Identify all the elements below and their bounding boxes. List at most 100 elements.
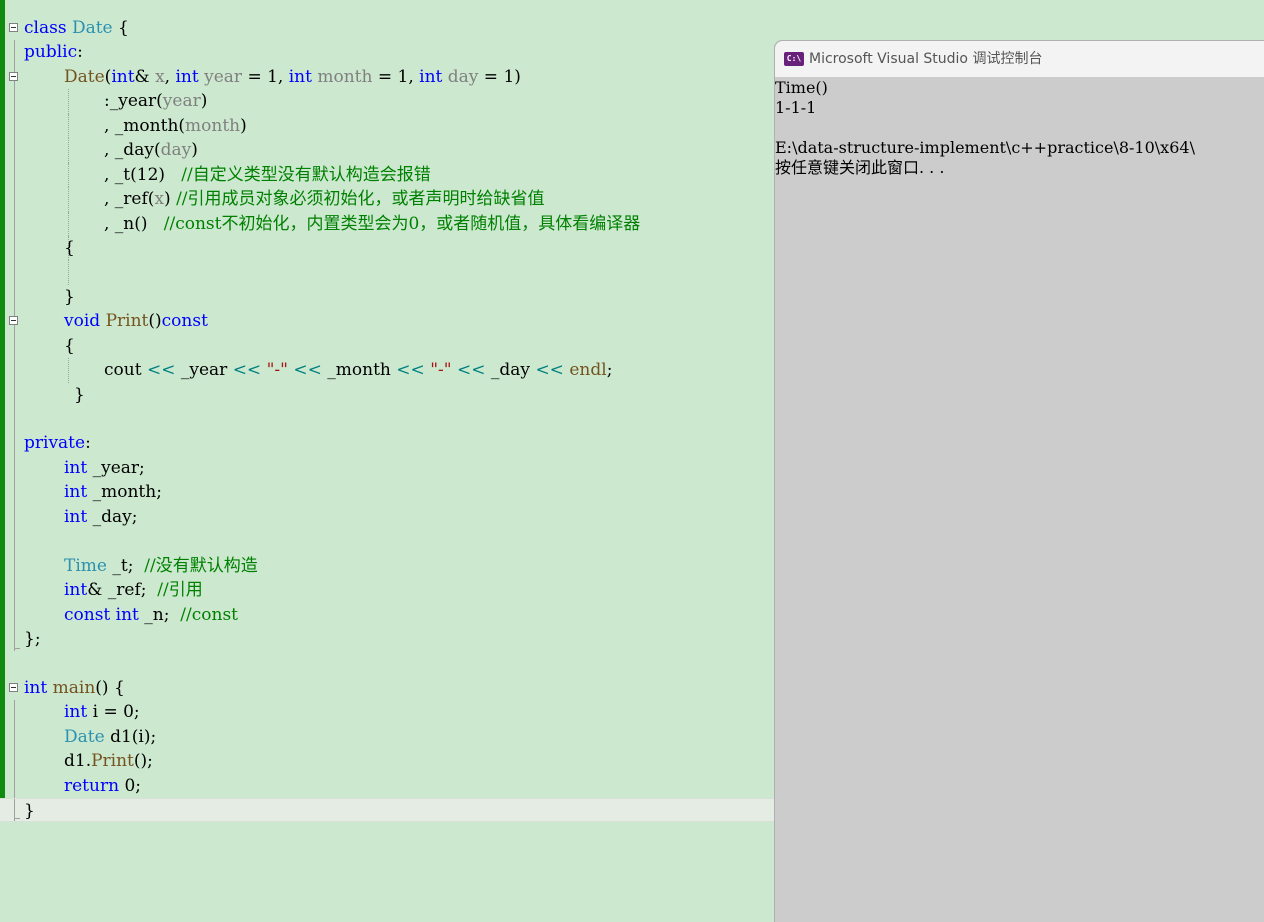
code-line[interactable]: int _month; [0, 480, 774, 505]
code-line[interactable]: d1.Print(); [0, 749, 774, 774]
debug-console-window[interactable]: C:\ Microsoft Visual Studio 调试控制台 Time()… [774, 40, 1264, 922]
fold-guide-line [14, 749, 15, 774]
code-token-plain: : [77, 42, 83, 63]
code-line-text: } [74, 383, 85, 407]
code-token-kw: public [24, 42, 78, 63]
code-token-kw: int [24, 677, 48, 698]
collapse-icon[interactable] [9, 71, 18, 81]
fold-guide-line [14, 162, 15, 188]
fold-guide-line [14, 553, 15, 579]
console-titlebar[interactable]: C:\ Microsoft Visual Studio 调试控制台 [775, 41, 1264, 77]
indent-guide [68, 260, 69, 285]
fold-guide-line [14, 578, 15, 603]
code-token-plain: d1. [64, 751, 92, 772]
code-editor[interactable]: class Date {public: Date(int& x, int year… [0, 0, 774, 922]
code-line-text: , _n() //const不初始化，内置类型会为0，或者随机值，具体看编译器 [104, 212, 640, 236]
code-token-op: << [535, 360, 564, 381]
fold-guide-line [14, 700, 15, 725]
code-token-plain: i = 0; [87, 702, 140, 723]
code-line[interactable]: Date d1(i); [0, 724, 774, 750]
code-line[interactable]: int main() { [0, 676, 774, 700]
console-output[interactable]: Time() 1-1-1 E:\data-structure-implement\c… [775, 78, 1264, 178]
code-token-plain: , _ref [104, 189, 148, 210]
fold-guide-line [14, 187, 15, 212]
indent-guide [68, 113, 69, 139]
code-line[interactable] [0, 260, 774, 285]
code-line-text: int& _ref; //引用 [64, 578, 203, 602]
code-token-fn: endl [569, 360, 607, 381]
code-line[interactable]: void Print()const [0, 309, 774, 334]
code-line-text: public: [24, 40, 83, 64]
fold-guide-line [14, 799, 20, 822]
code-line[interactable] [0, 529, 774, 554]
code-token-plain: { [112, 18, 129, 38]
code-line[interactable]: , _t(12) //自定义类型没有默认构造会报错 [0, 162, 774, 188]
code-line[interactable] [0, 407, 774, 432]
code-line[interactable]: Time _t; //没有默认构造 [0, 553, 774, 579]
code-token-plain: _month; [87, 482, 162, 503]
collapse-icon[interactable] [9, 682, 18, 692]
code-line[interactable]: } [0, 382, 774, 407]
code-token-plain: ) [240, 115, 247, 136]
code-token-op: << [146, 360, 176, 381]
code-token-str: "-" [266, 360, 288, 381]
indent-guide [68, 162, 69, 188]
code-token-plain: , _n() [104, 213, 164, 234]
code-line[interactable]: class Date { [0, 16, 774, 40]
code-line-text: class Date { [24, 16, 129, 40]
code-line[interactable]: } [0, 284, 774, 310]
collapse-icon[interactable] [9, 23, 18, 32]
code-token-plain: , [164, 66, 176, 87]
code-line[interactable]: int _year; [0, 455, 774, 481]
code-line[interactable]: , _ref(x) //引用成员对象必须初始化，或者声明时给缺省值 [0, 187, 774, 212]
code-token-plain: ) [164, 189, 177, 210]
code-line[interactable]: int i = 0; [0, 700, 774, 725]
code-line[interactable]: private: [0, 431, 774, 456]
code-token-plain: _month [321, 360, 397, 381]
code-token-kw: int [111, 66, 135, 87]
console-app-icon: C:\ [784, 52, 804, 66]
fold-guide-line [14, 358, 15, 383]
code-token-param: day [160, 140, 192, 161]
collapse-icon[interactable] [9, 316, 18, 326]
code-line[interactable]: public: [0, 40, 774, 65]
fold-guide-line [14, 138, 15, 163]
code-line-text: :_year(year) [104, 89, 207, 113]
code-line-text: Date d1(i); [64, 725, 156, 749]
console-output-line: 1-1-1 [775, 98, 817, 117]
code-token-kw: int [419, 66, 443, 87]
fold-guide-line [14, 260, 15, 285]
code-token-plain: = 1, [242, 66, 289, 87]
code-token-plain: } [24, 801, 35, 821]
code-line[interactable]: :_year(year) [0, 89, 774, 114]
code-line[interactable]: }; [0, 626, 774, 652]
fold-guide-line [14, 773, 15, 798]
code-line[interactable] [0, 651, 774, 675]
fold-guide-line [14, 333, 15, 359]
code-line[interactable]: Date(int& x, int year = 1, int month = 1… [0, 64, 774, 90]
code-line[interactable]: , _n() //const不初始化，内置类型会为0，或者随机值，具体看编译器 [0, 211, 774, 236]
code-token-type: Date [64, 726, 105, 747]
code-token-type: Time [64, 555, 107, 576]
fold-guide-line [14, 407, 15, 432]
code-line[interactable]: cout << _year << "-" << _month << "-" <<… [0, 358, 774, 383]
code-token-plain: (); [133, 751, 153, 772]
code-line[interactable]: , _day(day) [0, 138, 774, 163]
code-token-type: Date [71, 18, 113, 38]
code-line[interactable]: } [0, 798, 774, 823]
code-line[interactable]: { [0, 333, 774, 359]
code-token-cmt: //自定义类型没有默认构造会报错 [181, 164, 431, 185]
code-line-text: void Print()const [64, 309, 208, 333]
code-token-fn: main [52, 677, 96, 698]
code-line-text: int i = 0; [64, 700, 140, 724]
fold-guide-line [14, 382, 15, 407]
code-token-cmt: //没有默认构造 [144, 555, 258, 576]
code-line[interactable]: { [0, 235, 774, 261]
code-line[interactable]: , _month(month) [0, 113, 774, 139]
code-line[interactable]: const int _n; //const [0, 602, 774, 627]
code-line[interactable]: return 0; [0, 773, 774, 798]
console-title: Microsoft Visual Studio 调试控制台 [809, 51, 1043, 67]
code-line[interactable]: int _day; [0, 504, 774, 530]
fold-guide-line [14, 504, 15, 530]
code-line[interactable]: int& _ref; //引用 [0, 578, 774, 603]
